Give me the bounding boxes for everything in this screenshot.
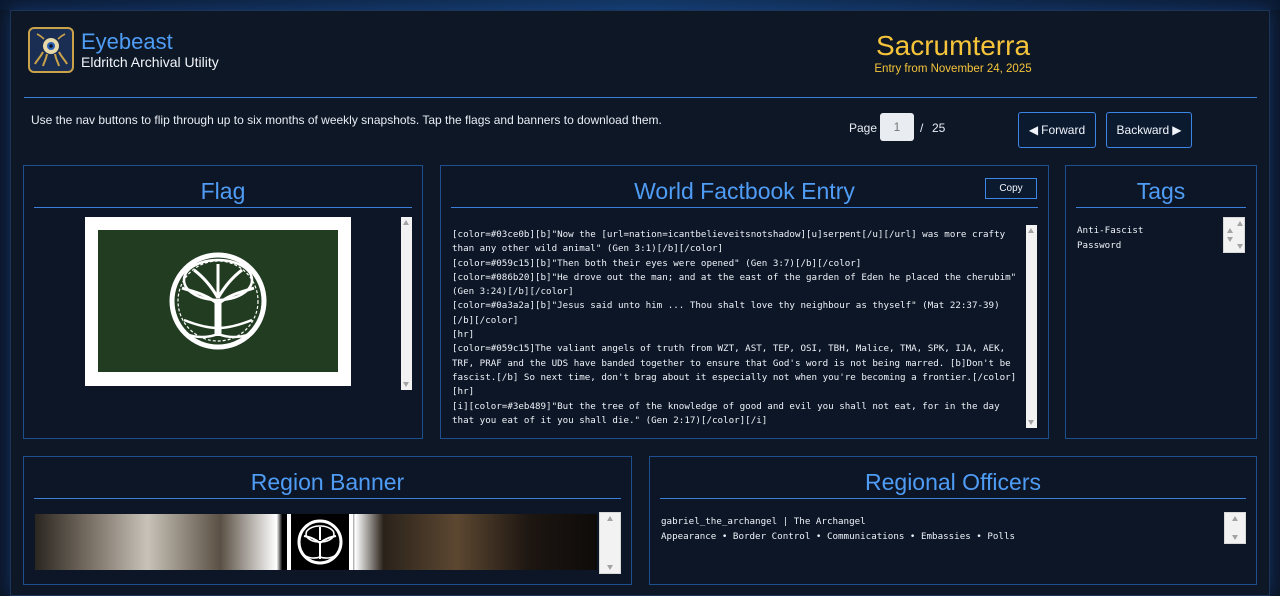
- copy-button[interactable]: Copy: [985, 178, 1037, 199]
- factbook-panel-title: World Factbook Entry: [451, 178, 1038, 208]
- page-label: Page: [849, 121, 878, 135]
- triangle-left-icon: ◀: [1028, 123, 1039, 137]
- page-separator: /: [920, 121, 924, 135]
- tags-panel-title: Tags: [1076, 178, 1246, 208]
- eye-tentacle-icon: [28, 27, 74, 73]
- tree-of-life-icon: [169, 252, 267, 350]
- instructions-text: Use the nav buttons to flip through up t…: [31, 113, 662, 127]
- tags-scrollbar[interactable]: [1223, 217, 1245, 253]
- regional-officers-panel: Regional Officers gabriel_the_archangel …: [649, 456, 1257, 585]
- factbook-line: [hr]: [452, 386, 475, 398]
- nation-name: Sacrumterra: [875, 30, 1031, 61]
- scroll-down-icon: [1028, 420, 1034, 425]
- officers-list: gabriel_the_archangel | The Archangel Ap…: [661, 514, 1015, 544]
- scroll-up-icon: [403, 220, 409, 225]
- region-banner-panel: Region Banner: [23, 456, 632, 585]
- factbook-line: [color=#0a3a2a][b]"Jesus said unto him .…: [452, 300, 1000, 326]
- banner-scrollbar[interactable]: [599, 512, 621, 574]
- region-banner-title: Region Banner: [34, 469, 621, 499]
- flag-image[interactable]: [85, 217, 351, 386]
- officers-scrollbar[interactable]: [1224, 512, 1246, 544]
- tags-panel: Tags Anti-Fascist Password: [1065, 165, 1257, 439]
- scroll-down-icon: [607, 565, 613, 570]
- flag-field: [98, 230, 338, 372]
- scroll-down-icon: [1227, 237, 1233, 242]
- flag-panel: Flag: [23, 165, 423, 439]
- factbook-line: [color=#059c15][b]"Then both their eyes …: [452, 257, 862, 269]
- factbook-text: [color=#03ce0b][b]"Now the [url=nation=i…: [452, 228, 1018, 428]
- page-number-input[interactable]: [880, 113, 914, 141]
- scroll-up-icon: [1232, 516, 1238, 521]
- officer-authorities: Appearance • Border Control • Communicat…: [661, 531, 1016, 542]
- page-total: 25: [932, 121, 946, 135]
- scroll-up-icon: [1028, 228, 1034, 233]
- factbook-line: [color=#086b20][b]"He drove out the man;…: [452, 271, 1017, 298]
- factbook-line: [color=#059c15]The valiant angels of tru…: [452, 343, 1017, 383]
- tag-list: Anti-Fascist Password: [1077, 223, 1143, 253]
- officer-name: gabriel_the_archangel | The Archangel: [661, 516, 866, 527]
- region-banner-image[interactable]: [35, 514, 597, 570]
- factbook-scrollbar[interactable]: [1026, 225, 1037, 428]
- header-divider: [24, 97, 1257, 98]
- regional-officers-title: Regional Officers: [660, 469, 1246, 499]
- scroll-down-icon: [403, 382, 409, 387]
- app-title: Eyebeast: [81, 29, 173, 54]
- scroll-down-icon: [1237, 244, 1243, 249]
- scroll-down-icon: [1232, 535, 1238, 540]
- factbook-line: [i][color=#3eb489]"But the tree of the k…: [452, 400, 1000, 426]
- scroll-up-icon: [607, 516, 613, 521]
- flag-panel-title: Flag: [34, 178, 412, 208]
- backward-button[interactable]: Backward ▶: [1106, 112, 1192, 148]
- forward-button[interactable]: ◀ Forward: [1018, 112, 1096, 148]
- flag-scrollbar[interactable]: [401, 217, 412, 390]
- scroll-up-icon: [1227, 228, 1233, 233]
- app-subtitle: Eldritch Archival Utility: [81, 54, 219, 70]
- entry-date: Entry from November 24, 2025: [874, 63, 1032, 75]
- forward-button-label: Forward: [1041, 123, 1086, 137]
- factbook-panel: World Factbook Entry Copy [color=#03ce0b…: [440, 165, 1049, 439]
- triangle-right-icon: ▶: [1172, 123, 1182, 137]
- tag-item: Anti-Fascist: [1077, 225, 1144, 236]
- scroll-up-icon: [1237, 221, 1243, 226]
- tree-of-life-icon: [287, 514, 353, 570]
- tag-item: Password: [1077, 240, 1122, 251]
- factbook-line: [color=#03ce0b][b]"Now the [url=nation=i…: [452, 229, 1006, 255]
- backward-button-label: Backward: [1116, 123, 1170, 137]
- window-top-edge: [0, 0, 1280, 10]
- factbook-line: [hr]: [452, 329, 475, 341]
